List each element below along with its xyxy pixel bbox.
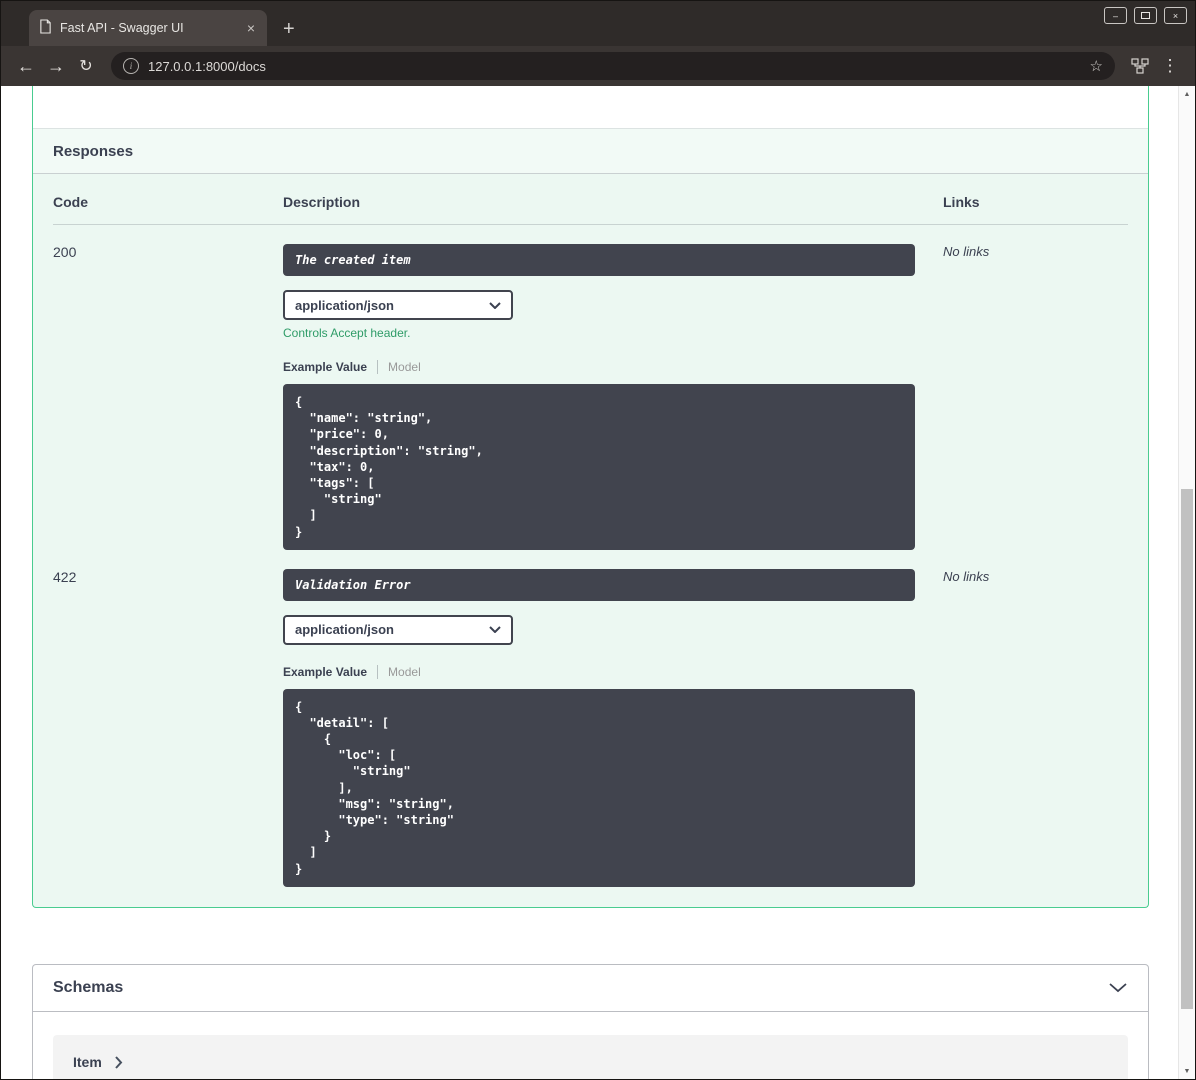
example-json: { "name": "string", "price": 0, "descrip…	[295, 395, 483, 539]
responses-title: Responses	[53, 142, 134, 160]
response-description-cell: Validation Error application/json Exampl…	[283, 568, 943, 887]
column-code: Code	[53, 194, 88, 210]
chevron-down-icon	[489, 626, 501, 634]
site-info-icon[interactable]: i	[123, 58, 139, 74]
scroll-down-icon[interactable]: ▼	[1179, 1063, 1195, 1079]
media-type-value: application/json	[295, 622, 394, 638]
model-row-item[interactable]: Item	[53, 1034, 1128, 1079]
schemas-section: Schemas Item ValidationError	[32, 963, 1149, 1079]
model-name: Item	[73, 1054, 102, 1071]
browser-navbar: ← → ↻ i 127.0.0.1:8000/docs ☆ ⋮	[1, 46, 1195, 86]
scroll-up-icon[interactable]: ▲	[1179, 86, 1195, 102]
opblock-spacer	[33, 86, 1148, 128]
accept-header-note: Controls Accept header.	[283, 326, 411, 340]
chevron-down-icon	[489, 301, 501, 309]
scrollbar-thumb[interactable]	[1181, 489, 1193, 1009]
window-controls: – ×	[1104, 7, 1187, 24]
responses-section-header: Responses	[33, 128, 1148, 174]
response-links: No links	[943, 244, 990, 259]
responses-column-headers: Code Description Links	[53, 194, 1128, 225]
response-description: Validation Error	[283, 568, 915, 601]
tab-close-icon[interactable]: ×	[245, 20, 257, 36]
chevron-down-icon[interactable]	[1108, 982, 1128, 993]
responses-table: Code Description Links 200 The created i…	[33, 174, 1148, 907]
minimize-icon: –	[1112, 10, 1118, 21]
url-text[interactable]: 127.0.0.1:8000/docs	[148, 59, 1081, 74]
schemas-header[interactable]: Schemas	[33, 965, 1148, 1012]
new-tab-button[interactable]: +	[283, 19, 295, 39]
media-type-select[interactable]: application/json	[283, 290, 513, 320]
response-row-200: 200 The created item application/json Co…	[53, 225, 1128, 550]
example-code-block: { "detail": [ { "loc": [ "string" ], "ms…	[283, 688, 915, 887]
tab-example-value[interactable]: Example Value	[283, 360, 379, 374]
minimize-button[interactable]: –	[1104, 7, 1127, 24]
opblock-responses-panel: Responses Code Description Links 200 The…	[32, 86, 1149, 908]
tab-model[interactable]: Model	[378, 665, 421, 679]
schemas-title: Schemas	[53, 978, 124, 996]
page-favicon-icon	[39, 19, 52, 37]
example-json: { "detail": [ { "loc": [ "string" ], "ms…	[295, 699, 454, 876]
swagger-page: Responses Code Description Links 200 The…	[1, 86, 1178, 1079]
browser-window: Fast API - Swagger UI × + – × ← → ↻ i 12…	[0, 0, 1196, 1080]
example-model-tabs: Example Value Model	[283, 664, 943, 679]
tab-example-value[interactable]: Example Value	[283, 664, 379, 679]
example-code-block: { "name": "string", "price": 0, "descrip…	[283, 384, 915, 550]
response-code: 200	[53, 244, 77, 260]
close-button[interactable]: ×	[1164, 7, 1187, 24]
page-scrollbar[interactable]: ▲ ▼	[1178, 86, 1195, 1079]
response-description-cell: The created item application/json Contro…	[283, 244, 943, 550]
address-bar[interactable]: i 127.0.0.1:8000/docs ☆	[111, 52, 1115, 80]
column-description: Description	[283, 194, 361, 210]
response-description: The created item	[283, 244, 915, 276]
example-model-tabs: Example Value Model	[283, 360, 943, 374]
browser-menu-button[interactable]: ⋮	[1155, 51, 1185, 81]
response-links: No links	[943, 568, 990, 584]
extension-icon[interactable]	[1125, 51, 1155, 81]
response-row-422: 422 Validation Error application/json Ex…	[53, 550, 1128, 887]
tab-title: Fast API - Swagger UI	[60, 21, 184, 35]
maximize-button[interactable]	[1134, 7, 1157, 24]
bookmark-star-icon[interactable]: ☆	[1090, 57, 1103, 75]
browser-titlebar: Fast API - Swagger UI × + – ×	[1, 1, 1195, 46]
chevron-right-icon	[115, 1056, 123, 1069]
media-type-value: application/json	[295, 297, 394, 313]
back-button[interactable]: ←	[11, 51, 41, 81]
media-type-select[interactable]: application/json	[283, 614, 513, 645]
reload-button[interactable]: ↻	[71, 51, 101, 81]
forward-button[interactable]: →	[41, 51, 71, 81]
schemas-body: Item ValidationError	[33, 1012, 1148, 1079]
close-icon: ×	[1172, 10, 1179, 21]
page-viewport: Responses Code Description Links 200 The…	[1, 86, 1195, 1079]
tab-model[interactable]: Model	[378, 360, 421, 374]
browser-tab[interactable]: Fast API - Swagger UI ×	[29, 10, 267, 46]
maximize-icon	[1141, 12, 1150, 19]
column-links: Links	[943, 194, 980, 210]
response-code: 422	[53, 568, 77, 585]
